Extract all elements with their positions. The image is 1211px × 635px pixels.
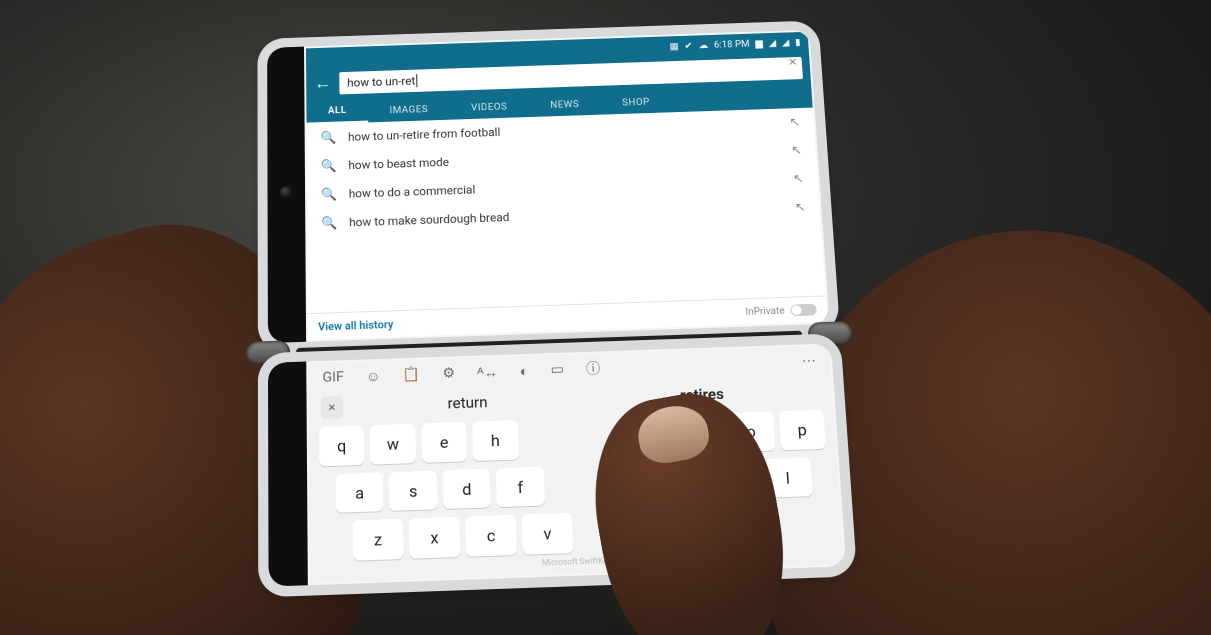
key-h[interactable]: h [472,420,518,461]
apps-icon: ▦ [669,41,679,51]
tab-news[interactable]: NEWS [528,93,601,117]
candidate-close-button[interactable]: × [321,396,343,419]
device-top-panel: ▦ ✔ ☁ 6:18 PM ▆ ◢ ◢ ▮ ✕ ← how to un-ret [267,30,829,343]
signal-icon: ◢ [768,38,776,48]
text-caret [416,74,417,87]
search-icon: 🔍 [320,131,336,146]
translate-icon[interactable]: ᴬ↔ [477,363,498,381]
key-f[interactable]: f [496,466,545,507]
tab-images[interactable]: IMAGES [368,98,450,122]
insert-arrow-icon[interactable]: ↖ [794,200,806,215]
mic-icon[interactable]: ⓘ [586,358,601,378]
key-z[interactable]: z [353,519,404,561]
clipboard-icon[interactable]: 📋 [402,367,420,384]
insert-arrow-icon[interactable]: ↖ [793,171,805,186]
inprivate-toggle[interactable] [790,304,817,317]
bezel-left-bottom [268,362,308,587]
browser-screen: ▦ ✔ ☁ 6:18 PM ▆ ◢ ◢ ▮ ✕ ← how to un-ret [306,32,827,340]
status-time: 6:18 PM [714,39,750,50]
inprivate-label: InPrivate [745,305,785,317]
front-camera [280,186,292,198]
key-s[interactable]: s [389,470,437,511]
suggestion-text: how to make sourdough bread [349,201,784,229]
signal-icon: ◢ [782,37,790,47]
insert-arrow-icon[interactable]: ↖ [791,143,803,157]
settings-icon[interactable]: ⚙ [442,365,455,381]
thumbnail [634,401,712,467]
back-arrow-icon[interactable]: ← [314,75,332,92]
photo-scene: ▦ ✔ ☁ 6:18 PM ▆ ◢ ◢ ▮ ✕ ← how to un-ret [0,0,1211,635]
insert-arrow-icon[interactable]: ↖ [789,115,801,129]
key-c[interactable]: c [465,515,516,557]
more-icon[interactable]: ⋯ [801,353,816,369]
key-w[interactable]: w [370,424,416,465]
key-a[interactable]: a [336,472,384,513]
candidate-word[interactable]: return [447,393,487,412]
hinge-cap-right [807,321,853,346]
checkmark-icon: ✔ [684,41,693,51]
sticker-icon[interactable]: ☺ [366,367,381,384]
gif-icon[interactable]: GIF [322,369,343,386]
key-q[interactable]: q [319,425,365,466]
resize-icon[interactable]: ▭ [550,362,564,378]
tab-all[interactable]: ALL [306,99,368,124]
bezel-left-top [267,47,306,343]
view-all-history-link[interactable]: View all history [318,318,393,333]
key-e[interactable]: e [421,422,467,463]
search-query-text: how to un-ret [347,74,415,89]
inprivate-toggle-group: InPrivate [745,304,817,318]
key-x[interactable]: x [409,517,460,559]
search-suggestions-list: 🔍 how to un-retire from football ↖ 🔍 how… [307,108,826,314]
onehand-icon[interactable]: ◐ [520,362,529,379]
search-icon: 🔍 [321,216,337,231]
close-icon[interactable]: ✕ [788,56,805,71]
cloud-icon: ☁ [698,40,708,50]
tab-shop[interactable]: SHOP [600,91,671,115]
search-icon: 🔍 [321,187,337,202]
key-d[interactable]: d [443,468,491,509]
tab-videos[interactable]: VIDEOS [449,96,529,120]
battery-icon: ▮ [795,37,801,47]
key-p[interactable]: p [778,410,826,450]
wifi-icon: ▆ [755,38,763,48]
search-icon: 🔍 [321,159,337,174]
key-v[interactable]: v [522,513,574,555]
